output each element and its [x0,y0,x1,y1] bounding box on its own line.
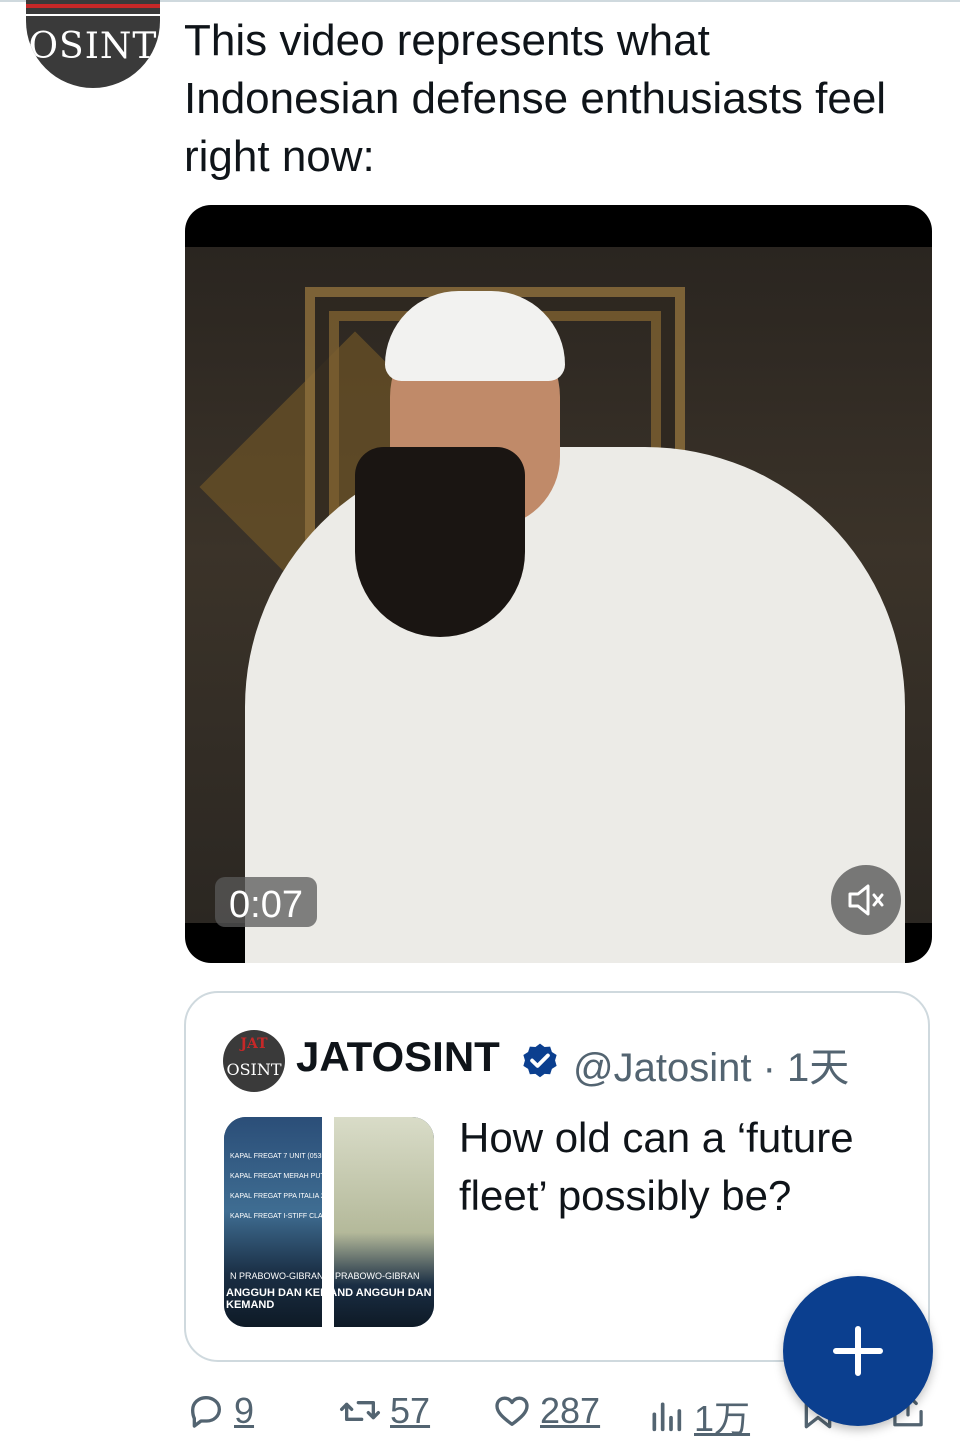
reply-count: 9 [234,1390,255,1431]
heart-icon [495,1396,529,1426]
repost-count: 57 [390,1390,431,1431]
mute-button[interactable] [831,865,901,935]
reply-icon [191,1396,221,1428]
views-button[interactable]: 1万 [646,1390,750,1442]
reply-button[interactable]: 9 [186,1390,254,1432]
quoted-handle[interactable]: @Jatosint [573,1046,751,1090]
video-frame[interactable] [185,247,932,963]
views-chart-icon [652,1402,682,1432]
avatar-logo-text: OSINT [28,26,158,67]
quoted-avatar-top-text: JAT [240,1036,268,1052]
video-timestamp: 0:07 [215,877,317,927]
thumbnail-line: KAPAL FREGAT I-STIFF CLASS [230,1213,333,1220]
quoted-tweet-text: How old can a ‘future fleet’ possibly be… [459,1114,854,1219]
plus-icon [833,1326,883,1376]
quoted-timestamp: 1天 [787,1046,850,1090]
person-beard [355,447,525,637]
thumbnail-line: KAPAL FREGAT PPA ITALIA 2 [230,1193,325,1200]
verified-badge-icon [523,1043,557,1078]
like-button[interactable]: 287 [492,1390,600,1432]
thumbnail-caption-1: N PRABOWO-GIBRAN N PRABOWO-GIBRAN [230,1271,420,1281]
repost-icon [339,1401,380,1421]
video-player[interactable]: 0:07 [185,205,932,963]
avatar-stripe [26,4,160,8]
quoted-handle-time: @Jatosint · 1天 [573,1035,849,1093]
avatar-stripe-2 [26,14,160,16]
person-shirt [245,447,905,963]
quoted-author-name[interactable]: JATOSINT [296,1033,500,1081]
compose-button[interactable] [783,1276,933,1426]
thumbnail-line: KAPAL FREGAT MERAH PUTI [230,1173,327,1180]
thumbnail-text-lines: KAPAL FREGAT 7 UNIT (053H KAPAL FREGAT M… [230,1147,332,1227]
thumbnail-line: KAPAL FREGAT 7 UNIT (053H [230,1153,327,1160]
thumbnail-caption-2: ANGGUH DAN KEMAND ANGGUH DAN KEMAND [226,1287,432,1311]
quoted-avatar[interactable]: JAT OSINT [223,1030,285,1092]
author-avatar[interactable]: OSINT [26,0,160,88]
quoted-avatar-logo-text: OSINT [226,1060,282,1079]
like-count: 287 [540,1390,601,1431]
quoted-thumbnail[interactable]: KAPAL FREGAT 7 UNIT (053H KAPAL FREGAT M… [224,1117,434,1327]
tweet-text: This video represents what Indonesian de… [184,16,887,181]
views-count: 1万 [694,1398,751,1439]
speaker-muted-icon [848,884,884,916]
repost-button[interactable]: 57 [338,1390,430,1432]
separator-dot: · [762,1046,776,1090]
